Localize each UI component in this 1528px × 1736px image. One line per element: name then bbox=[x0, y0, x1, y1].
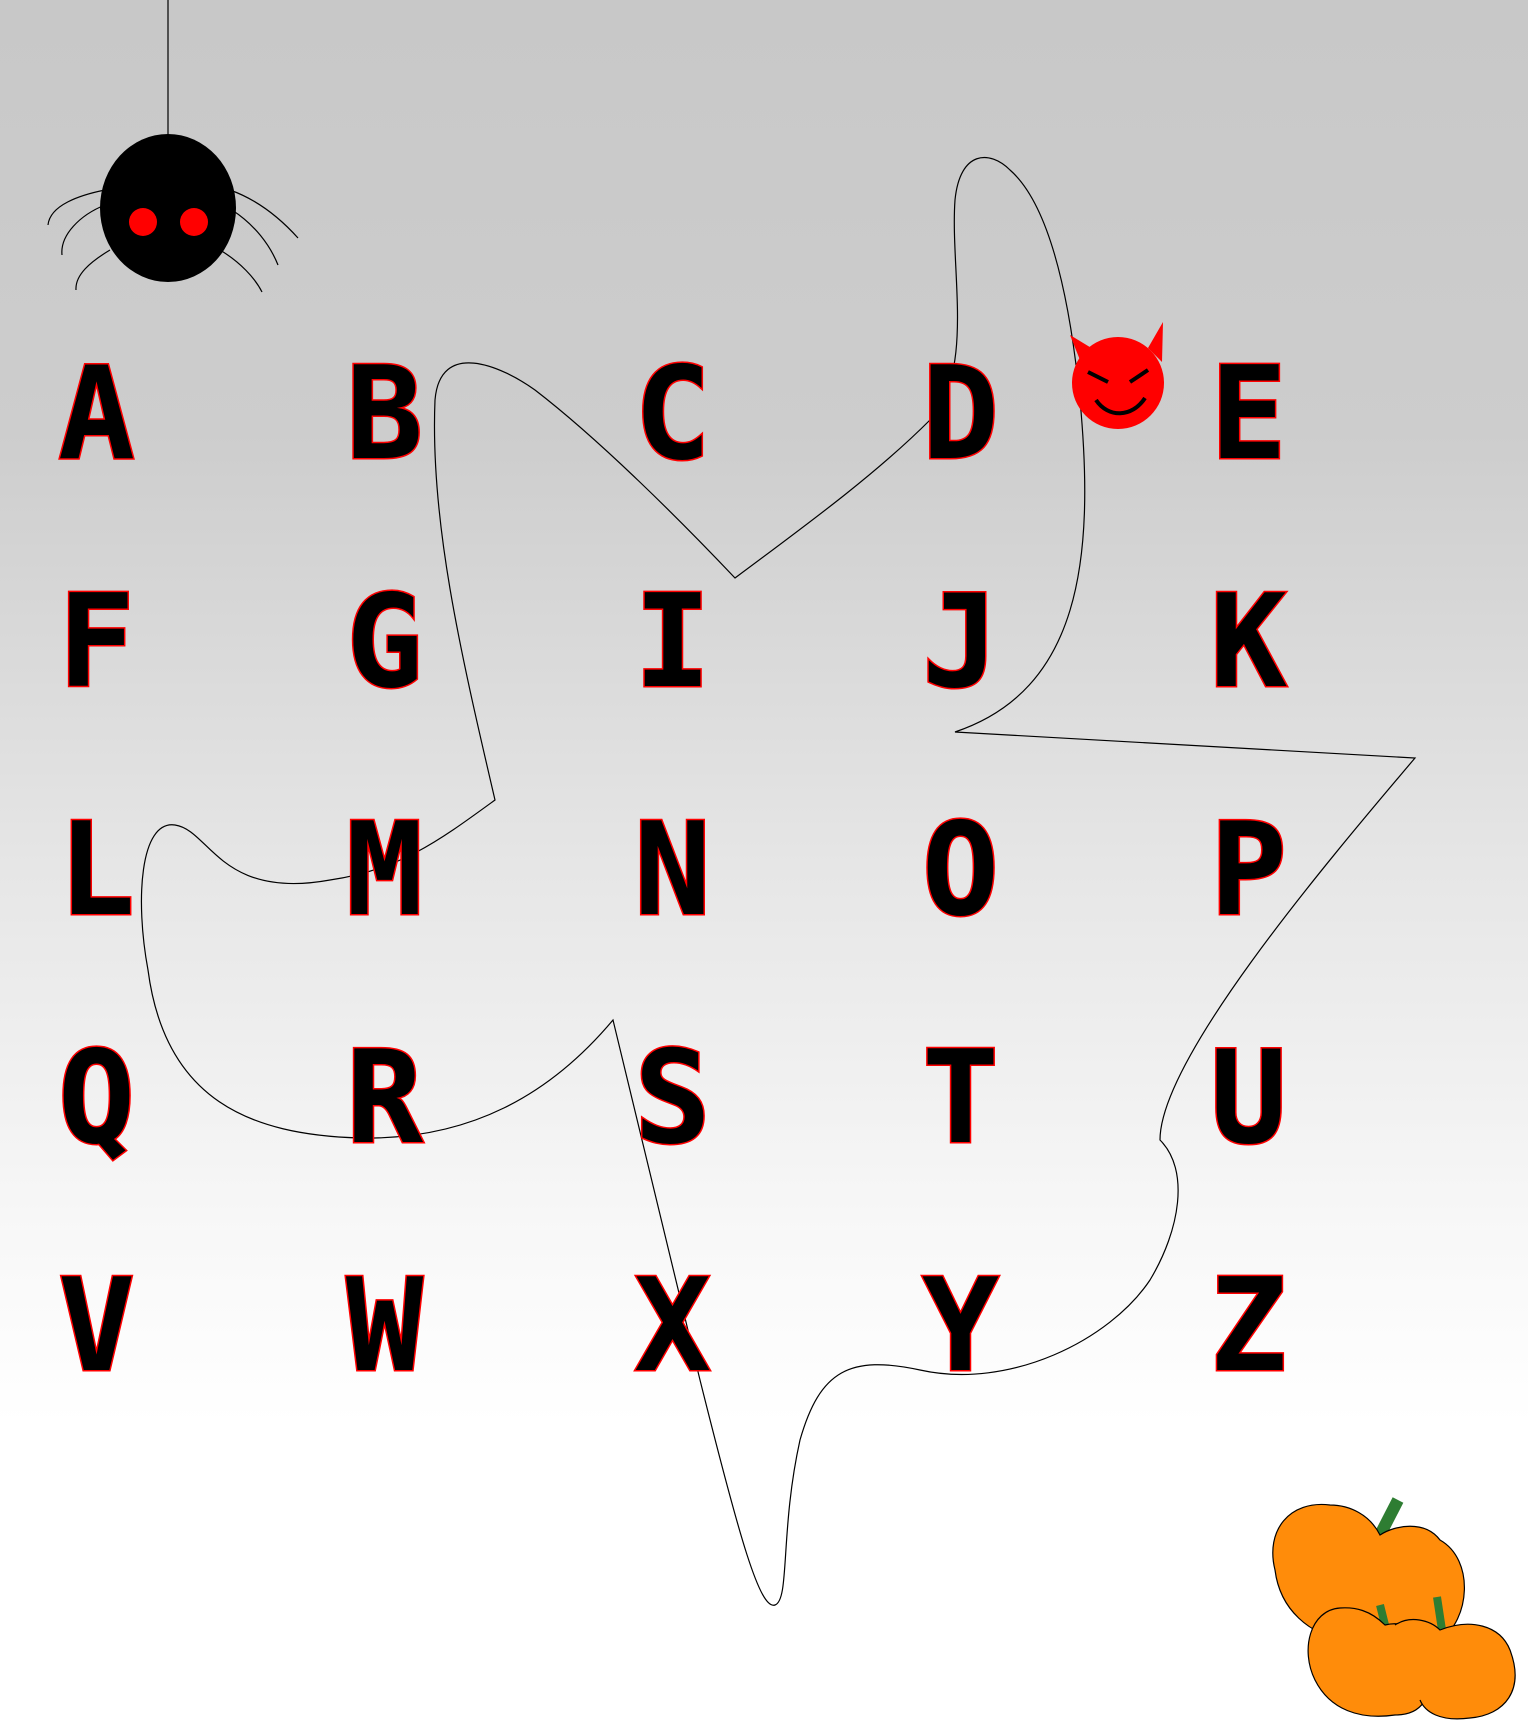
glyph-X: X bbox=[633, 1252, 713, 1401]
glyph-S: S bbox=[633, 1024, 713, 1173]
glyph-grid: A B C D E F G I J K L M N O P Q R S T U … bbox=[40, 340, 1480, 1510]
glyph-T: T bbox=[921, 1024, 1001, 1173]
spider-icon bbox=[47, 0, 299, 293]
glyph-J: J bbox=[921, 568, 1001, 717]
glyph-V: V bbox=[57, 1252, 137, 1401]
glyph-M: M bbox=[345, 796, 425, 945]
glyph-N: N bbox=[633, 796, 713, 945]
glyph-G: G bbox=[345, 568, 425, 717]
glyph-I: I bbox=[633, 568, 713, 717]
glyph-W: W bbox=[345, 1252, 425, 1401]
glyph-E: E bbox=[1209, 340, 1289, 489]
glyph-C: C bbox=[633, 340, 713, 489]
glyph-D: D bbox=[921, 340, 1001, 489]
glyph-P: P bbox=[1209, 796, 1289, 945]
glyph-R: R bbox=[345, 1024, 425, 1173]
glyph-L: L bbox=[57, 796, 137, 945]
glyph-O: O bbox=[921, 796, 1001, 945]
pumpkins-icon bbox=[1272, 1497, 1516, 1720]
glyph-F: F bbox=[57, 568, 137, 717]
glyph-B: B bbox=[345, 340, 425, 489]
glyph-K: K bbox=[1209, 568, 1289, 717]
glyph-U: U bbox=[1209, 1024, 1289, 1173]
glyph-Q: Q bbox=[57, 1024, 137, 1173]
glyph-Z: Z bbox=[1209, 1252, 1289, 1401]
glyph-Y: Y bbox=[921, 1252, 1001, 1401]
glyph-A: A bbox=[57, 340, 137, 489]
